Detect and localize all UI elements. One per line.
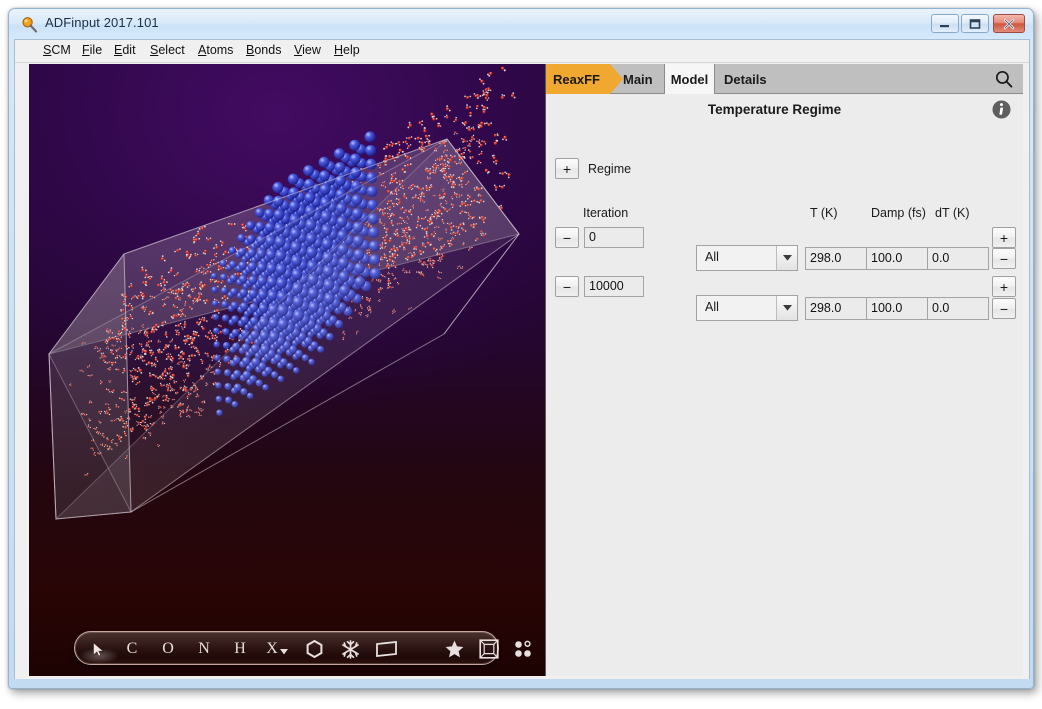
element-h-label: H	[234, 640, 246, 657]
regime-2-dt-input[interactable]: 0.0	[927, 297, 989, 320]
maximize-icon	[969, 18, 981, 29]
header-damp: Damp (fs)	[871, 206, 926, 220]
viewport-toolbar: C O N H X	[74, 631, 531, 666]
tab-details[interactable]: Details	[716, 64, 786, 94]
regime-1-t-input[interactable]: 298.0	[805, 247, 867, 270]
3d-molecule-viewport[interactable]: C O N H X	[29, 64, 545, 677]
atom-dots-button[interactable]	[509, 632, 537, 666]
menu-edit[interactable]: Edit	[112, 43, 138, 57]
header-t: T (K)	[810, 206, 838, 220]
select-cursor-icon[interactable]	[85, 632, 111, 666]
status-strip	[15, 676, 1029, 679]
regime-1-remove-button[interactable]: −	[992, 248, 1016, 269]
regime-2-add-button[interactable]: +	[992, 276, 1016, 297]
add-regime-row: + Regime	[555, 158, 631, 179]
tab-main-label: Main	[623, 71, 653, 87]
application-window: ADFinput 2017.101 SCM File Edit Select A…	[8, 8, 1034, 689]
settings-panel: ReaxFF Main Model Details Temperature Re…	[545, 64, 1023, 677]
element-x-label: X	[266, 640, 278, 657]
page-title: Temperature Regime	[707, 102, 842, 117]
framed-box-icon	[479, 639, 499, 659]
plane-button[interactable]	[373, 632, 401, 666]
menu-scm[interactable]: SCM	[41, 43, 73, 57]
element-x-dropdown[interactable]: X	[261, 632, 293, 666]
header-dt: dT (K)	[935, 206, 970, 220]
title-bar: ADFinput 2017.101	[9, 9, 1033, 39]
tab-model-label: Model	[670, 71, 709, 87]
tab-reaxff-label: ReaxFF	[553, 71, 600, 87]
regime-1-add-button[interactable]: +	[992, 227, 1016, 248]
tab-model[interactable]: Model	[664, 64, 715, 94]
cursor-arrow-icon	[92, 641, 104, 657]
chevron-down-icon	[279, 649, 288, 655]
menu-select[interactable]: Select	[148, 43, 187, 57]
add-regime-button[interactable]: +	[555, 158, 579, 179]
snowflake-icon	[341, 639, 359, 659]
element-o-label: O	[162, 640, 174, 657]
element-c-button[interactable]: C	[119, 632, 145, 666]
close-icon	[1003, 18, 1015, 29]
magnifier-icon	[22, 17, 38, 33]
favorite-star-button[interactable]	[441, 632, 467, 666]
regime-2-damp-input[interactable]: 100.0	[866, 297, 928, 320]
iteration-0-input[interactable]: 0	[584, 227, 644, 248]
menu-bar: SCM File Edit Select Atoms Bonds View He…	[15, 40, 1029, 63]
info-icon[interactable]	[992, 100, 1011, 119]
regime-2-atoms-value: All	[705, 300, 719, 314]
hexagon-icon	[306, 640, 322, 658]
menu-atoms[interactable]: Atoms	[196, 43, 235, 57]
ring-hexagon-button[interactable]	[301, 632, 327, 666]
regime-1-atoms-arrow[interactable]	[776, 246, 797, 270]
iteration-0-minus-button[interactable]: −	[555, 227, 579, 248]
regime-2-remove-button[interactable]: −	[992, 298, 1016, 319]
search-button[interactable]	[989, 64, 1019, 94]
regime-2-atoms-arrow[interactable]	[776, 296, 797, 320]
minimize-icon	[940, 24, 949, 27]
regime-2-atoms-select[interactable]: All	[696, 295, 798, 321]
element-n-label: N	[198, 640, 210, 657]
add-regime-label: Regime	[588, 161, 632, 176]
chevron-down-icon	[782, 305, 792, 311]
header-iteration: Iteration	[583, 206, 629, 220]
regime-1-atoms-value: All	[705, 250, 719, 264]
menu-file[interactable]: File	[80, 43, 104, 57]
tab-main[interactable]: Main	[623, 64, 664, 94]
menu-bonds[interactable]: Bonds	[244, 43, 283, 57]
menu-help[interactable]: Help	[332, 43, 362, 57]
regime-1-damp-input[interactable]: 100.0	[866, 247, 928, 270]
element-c-label: C	[126, 640, 138, 657]
star-icon	[445, 640, 463, 658]
dots-icon	[515, 640, 531, 657]
chevron-down-icon	[782, 255, 792, 261]
regime-1-atoms-select[interactable]: All	[696, 245, 798, 271]
window-title: ADFinput 2017.101	[45, 15, 159, 30]
panel-tab-strip: ReaxFF Main Model Details	[546, 64, 1023, 94]
snowflake-button[interactable]	[337, 632, 363, 666]
iteration-1-input[interactable]: 10000	[584, 276, 644, 297]
parallelogram-icon	[376, 641, 397, 657]
minimize-button[interactable]	[931, 14, 959, 33]
maximize-button[interactable]	[961, 14, 989, 33]
menu-view[interactable]: View	[292, 43, 323, 57]
regime-2-t-input[interactable]: 298.0	[805, 297, 867, 320]
regime-1-dt-input[interactable]: 0.0	[927, 247, 989, 270]
tab-details-label: Details	[724, 71, 767, 87]
element-o-button[interactable]: O	[155, 632, 181, 666]
client-area: SCM File Edit Select Atoms Bonds View He…	[14, 39, 1030, 679]
molecular-structure	[47, 66, 520, 520]
tab-reaxff[interactable]: ReaxFF	[546, 64, 623, 94]
desktop-background: ADFinput 2017.101 SCM File Edit Select A…	[0, 0, 1042, 709]
element-n-button[interactable]: N	[191, 632, 217, 666]
close-button[interactable]	[993, 14, 1025, 33]
search-icon	[995, 70, 1013, 88]
iteration-1-minus-button[interactable]: −	[555, 276, 579, 297]
lattice-box-button[interactable]	[475, 632, 503, 666]
element-h-button[interactable]: H	[227, 632, 253, 666]
